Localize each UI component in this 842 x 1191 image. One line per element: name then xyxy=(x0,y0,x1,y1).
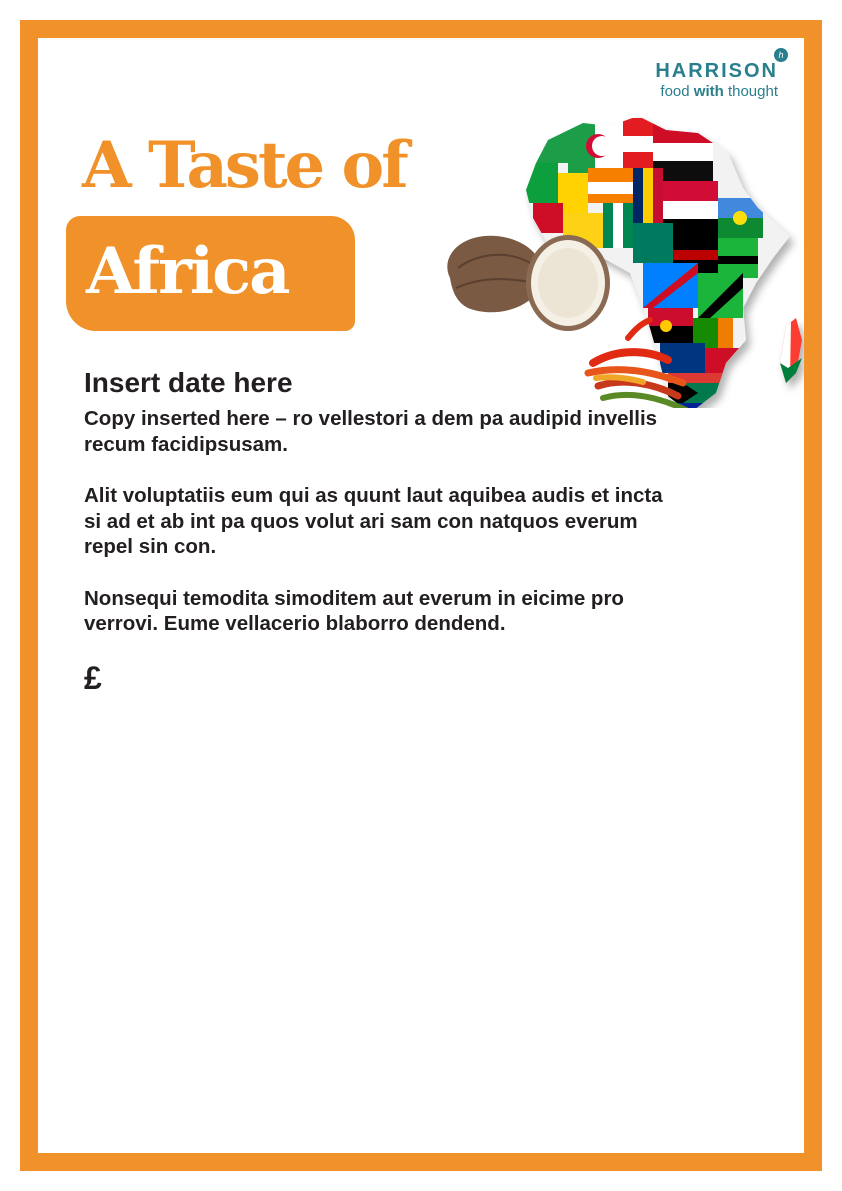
date-heading: Insert date here xyxy=(84,367,293,398)
africa-flag-map-icon xyxy=(447,116,802,408)
paragraph-2: Alit voluptatiis eum qui as quunt laut a… xyxy=(84,484,663,558)
harrison-monogram-icon: h xyxy=(774,48,788,62)
title-highlight-box: Africa xyxy=(66,216,355,331)
paragraph-1: Copy inserted here – ro vellestori a dem… xyxy=(84,407,658,456)
title-line-1: A Taste of xyxy=(82,128,409,203)
poster-border: h HARRISON food with thought A Taste of … xyxy=(20,20,822,1171)
yam-icon xyxy=(447,235,610,331)
paragraph-3: Nonsequi temodita simoditem aut everum i… xyxy=(84,586,624,636)
price-label: £ xyxy=(84,659,102,696)
poster-canvas: h HARRISON food with thought A Taste of … xyxy=(38,38,804,1153)
title-line-2: Africa xyxy=(86,234,291,309)
content-block: Insert date here Copy inserted here – ro… xyxy=(84,366,664,697)
